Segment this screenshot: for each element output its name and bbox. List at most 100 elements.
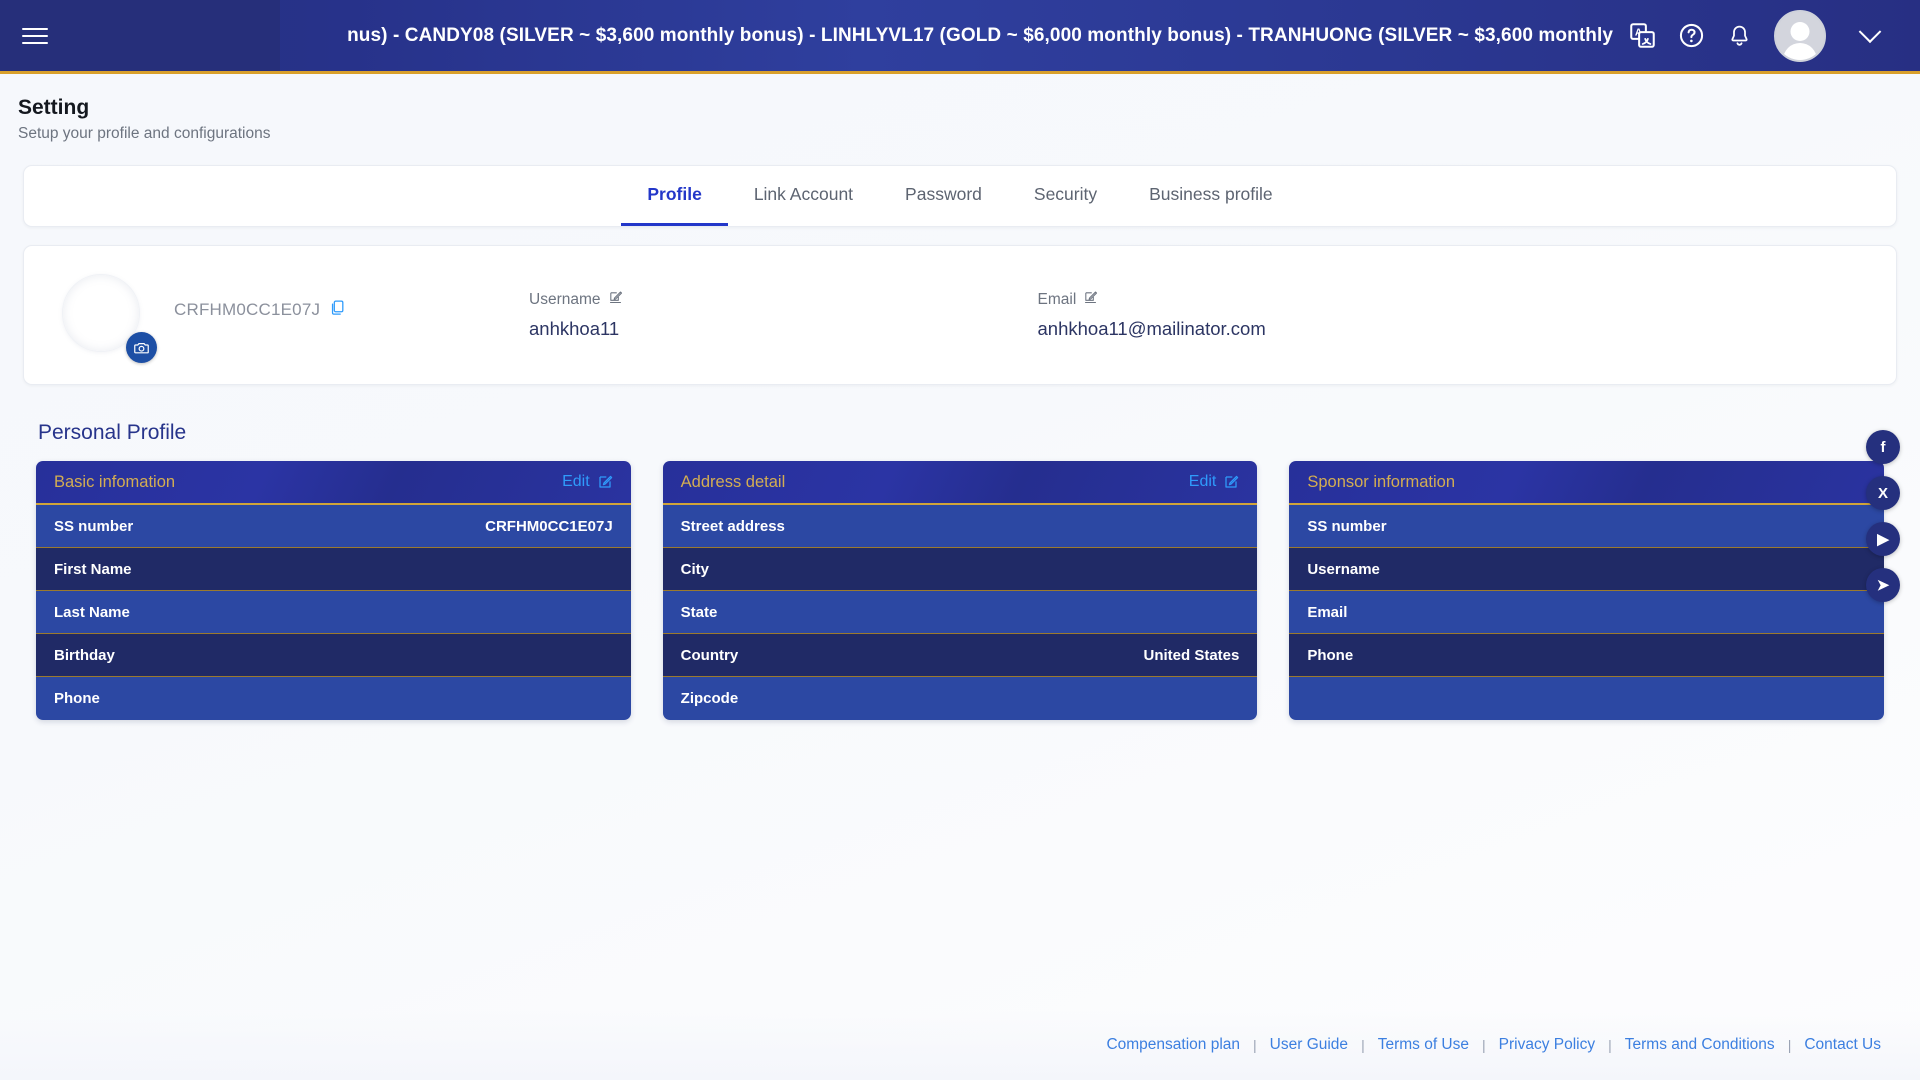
table-row: SS number xyxy=(1289,505,1885,548)
username-label: Username xyxy=(529,291,601,308)
card-address-detail: Address detail Edit Street address City xyxy=(662,461,1258,720)
row-value: CRFHM0CC1E07J xyxy=(485,517,613,535)
edit-pencil-icon[interactable] xyxy=(608,290,623,310)
tab-label: Password xyxy=(905,184,982,204)
row-key: Phone xyxy=(1307,646,1354,664)
card-header: Address detail Edit xyxy=(662,461,1258,505)
marquee-banner: nus) - CANDY08 (SILVER ~ $3,600 monthly … xyxy=(280,0,1629,71)
page-title: Setting xyxy=(18,96,90,119)
top-bar-icons: A xyxy=(1629,0,1920,71)
footer-link-terms-of-use[interactable]: Terms of Use xyxy=(1365,1036,1482,1054)
translate-icon[interactable]: A xyxy=(1629,22,1656,49)
row-key: Zipcode xyxy=(680,690,739,707)
table-row: Phone xyxy=(1289,634,1885,677)
avatar[interactable] xyxy=(1774,9,1826,62)
tab-label: Link Account xyxy=(753,184,854,204)
ss-id-text: CRFHM0CC1E07J xyxy=(174,300,321,319)
card-basic-information: Basic infomation Edit SS number CRFHM0CC… xyxy=(36,461,631,720)
card-title: Address detail xyxy=(680,472,786,491)
row-key: First Name xyxy=(54,560,132,578)
footer: Compensation plan | User Guide | Terms o… xyxy=(0,1010,1920,1080)
tab-security[interactable]: Security xyxy=(1008,166,1123,226)
tab-label: Profile xyxy=(647,184,702,204)
email-field: Email anhkhoa11@mailinator.com xyxy=(1038,290,1266,340)
edit-pencil-icon xyxy=(599,475,612,488)
ss-id-row: CRFHM0CC1E07J xyxy=(174,298,346,322)
email-label: Email xyxy=(1037,291,1077,308)
help-circle-icon[interactable] xyxy=(1678,22,1705,49)
row-value: United States xyxy=(1143,646,1240,664)
section-title-personal-profile: Personal Profile xyxy=(38,421,187,444)
edit-label: Edit xyxy=(562,473,590,490)
tab-profile[interactable]: Profile xyxy=(621,166,728,226)
card-title: Sponsor information xyxy=(1307,472,1456,491)
facebook-icon[interactable]: f xyxy=(1866,430,1900,464)
footer-link-user-guide[interactable]: User Guide xyxy=(1257,1036,1361,1054)
table-row: SS number CRFHM0CC1E07J xyxy=(36,505,631,548)
social-glyph: f xyxy=(1880,438,1886,456)
personal-profile-cards: Basic infomation Edit SS number CRFHM0CC… xyxy=(0,461,1920,720)
identity-card: CRFHM0CC1E07J Username anhkhoa11 Email a… xyxy=(23,245,1897,385)
edit-button[interactable]: Edit xyxy=(1189,473,1240,491)
row-key: SS number xyxy=(54,517,134,535)
table-row: Street address xyxy=(662,505,1258,548)
social-glyph: ▶ xyxy=(1877,531,1889,548)
email-label-row: Email xyxy=(1038,290,1266,310)
top-bar: nus) - CANDY08 (SILVER ~ $3,600 monthly … xyxy=(0,0,1920,74)
card-header: Sponsor information xyxy=(1289,461,1885,505)
username-field: Username anhkhoa11 xyxy=(529,290,623,340)
table-row: City xyxy=(662,548,1258,591)
edit-pencil-icon[interactable] xyxy=(1083,290,1098,310)
card-header: Basic infomation Edit xyxy=(36,461,631,505)
footer-link-terms-and-conditions[interactable]: Terms and Conditions xyxy=(1612,1036,1788,1054)
row-key: Last Name xyxy=(54,603,130,621)
card-title: Basic infomation xyxy=(54,472,176,491)
social-rail: f X ▶ ➤ xyxy=(1866,430,1900,602)
top-bar-left-block xyxy=(0,0,280,71)
camera-icon[interactable] xyxy=(126,332,157,363)
tab-link-account[interactable]: Link Account xyxy=(728,166,879,226)
tab-label: Business profile xyxy=(1149,184,1273,204)
table-row: Birthday xyxy=(36,634,631,677)
tab-label: Security xyxy=(1033,184,1098,204)
table-row: Zipcode xyxy=(662,677,1258,720)
row-key: Country xyxy=(680,646,739,664)
row-key: City xyxy=(680,560,710,578)
tabs-bar: Profile Link Account Password Security B… xyxy=(23,165,1897,227)
row-key: Phone xyxy=(54,690,100,707)
footer-link-contact-us[interactable]: Contact Us xyxy=(1791,1036,1894,1054)
edit-pencil-icon xyxy=(1225,475,1239,488)
edit-button[interactable]: Edit xyxy=(562,473,613,491)
table-row: State xyxy=(662,591,1258,634)
x-twitter-icon[interactable]: X xyxy=(1866,476,1900,510)
username-label-row: Username xyxy=(529,290,623,310)
footer-link-compensation-plan[interactable]: Compensation plan xyxy=(1093,1036,1253,1054)
hamburger-icon[interactable] xyxy=(22,23,48,49)
table-row: Country United States xyxy=(662,634,1258,677)
table-row xyxy=(1289,677,1885,720)
page-subtitle: Setup your profile and configurations xyxy=(18,125,271,142)
username-value: anhkhoa11 xyxy=(529,318,620,339)
youtube-icon[interactable]: ▶ xyxy=(1866,522,1900,556)
marquee-text: nus) - CANDY08 (SILVER ~ $3,600 monthly … xyxy=(347,24,1613,46)
social-glyph: X xyxy=(1877,484,1888,502)
notification-bell-icon[interactable] xyxy=(1727,23,1752,49)
row-key: SS number xyxy=(1307,517,1387,535)
copy-icon[interactable] xyxy=(329,298,346,322)
tab-password[interactable]: Password xyxy=(879,166,1008,226)
row-key: Street address xyxy=(680,517,785,535)
edit-label: Edit xyxy=(1188,473,1217,490)
row-key: State xyxy=(680,603,718,621)
telegram-icon[interactable]: ➤ xyxy=(1866,568,1900,602)
card-sponsor-information: Sponsor information SS number Username E… xyxy=(1289,461,1885,720)
table-row: Phone xyxy=(36,677,631,720)
footer-link-privacy-policy[interactable]: Privacy Policy xyxy=(1486,1036,1608,1054)
avatar-column: CRFHM0CC1E07J xyxy=(24,246,344,384)
table-row: Username xyxy=(1289,548,1885,591)
chevron-down-icon[interactable] xyxy=(1858,19,1882,43)
page-body: Setting Setup your profile and configura… xyxy=(0,74,1920,1080)
row-key: Username xyxy=(1307,560,1380,578)
tab-business-profile[interactable]: Business profile xyxy=(1123,166,1299,226)
social-glyph: ➤ xyxy=(1876,577,1890,594)
row-key: Email xyxy=(1307,603,1348,621)
